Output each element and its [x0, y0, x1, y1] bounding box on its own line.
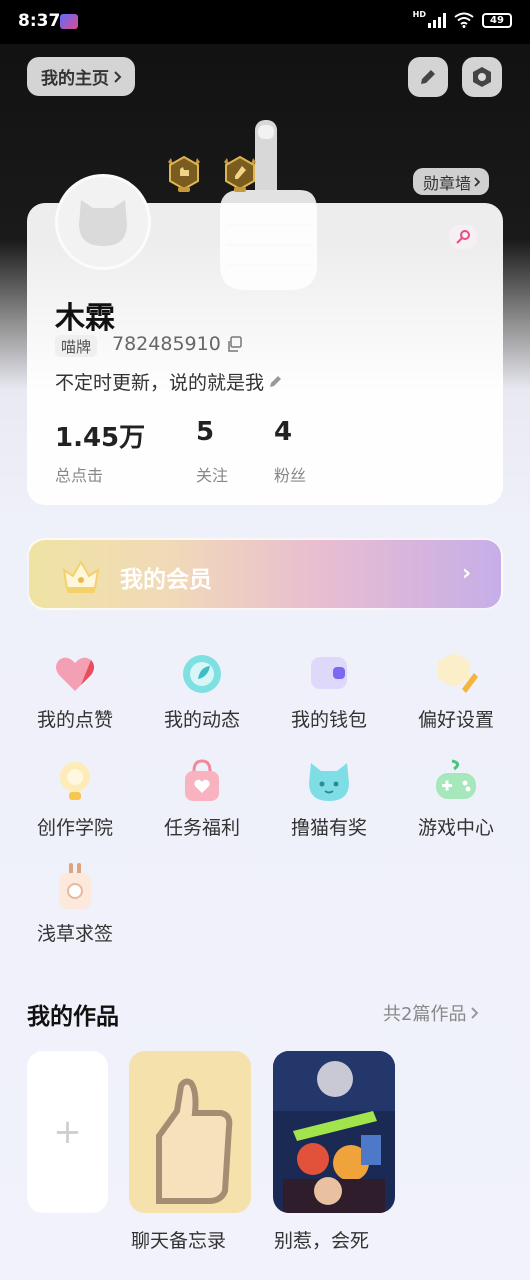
grid-item-creator-academy[interactable]: 创作学院	[20, 757, 130, 857]
edit-bio-icon[interactable]	[268, 374, 283, 389]
work-cover-image[interactable]	[129, 1051, 251, 1213]
gear-icon	[473, 67, 491, 87]
notification-app-icon	[60, 14, 78, 29]
works-count-link[interactable]: 共2篇作品	[383, 1000, 479, 1026]
grid-item-likes[interactable]: 我的点赞	[20, 649, 130, 749]
medal-badge-icon	[224, 155, 256, 192]
grid-item-label: 我的动态	[163, 709, 240, 731]
cat-icon	[309, 763, 349, 801]
grid-item-game-center[interactable]: 游戏中心	[401, 757, 511, 857]
my-homepage-label: 我的主页	[41, 69, 109, 89]
grid-item-moments[interactable]: 我的动态	[147, 649, 257, 749]
status-indicators: HD 49	[412, 9, 512, 28]
grid-item-task-rewards[interactable]: 任务福利	[147, 757, 257, 857]
copy-icon[interactable]	[227, 336, 243, 352]
nameplate-tag: 喵牌	[55, 335, 98, 357]
medal-badge-icon	[168, 155, 200, 192]
total-clicks-label: 总点击	[55, 466, 104, 485]
lightbulb-icon	[60, 762, 90, 800]
work-cover-image[interactable]	[273, 1051, 395, 1213]
works-section-title: 我的作品	[27, 1004, 119, 1030]
pin-icon[interactable]	[449, 225, 477, 249]
grid-item-fortune[interactable]: 浅草求签	[20, 863, 130, 963]
network-type-label: HD	[412, 9, 426, 19]
wallet-icon	[311, 657, 347, 689]
work-title[interactable]: 别惹，会死	[274, 1226, 369, 1253]
bio[interactable]: 不定时更新，说的就是我	[55, 368, 283, 395]
total-clicks-value: 1.45万	[55, 423, 146, 453]
gift-bag-icon	[185, 759, 219, 801]
cat-avatar-placeholder-icon	[79, 200, 127, 246]
chevron-right-icon	[114, 70, 122, 83]
grid-item-label: 我的点赞	[36, 709, 113, 731]
crown-icon	[62, 559, 100, 593]
grid-item-label: 偏好设置	[417, 709, 494, 731]
grid-item-label: 我的钱包	[290, 709, 367, 731]
pencil-icon	[421, 70, 435, 84]
followers-label[interactable]: 粉丝	[274, 462, 306, 486]
heart-icon	[56, 657, 94, 691]
badge-wall-label: 勋章墙	[423, 173, 472, 193]
grid-item-wallet[interactable]: 我的钱包	[274, 649, 384, 749]
user-id: 782485910	[112, 333, 243, 355]
grid-item-preferences[interactable]: 偏好设置	[401, 649, 511, 749]
following-label[interactable]: 关注	[196, 462, 228, 486]
preferences-icon	[438, 653, 478, 693]
chevron-right-icon: ›	[462, 561, 472, 586]
chevron-right-icon	[471, 1007, 479, 1019]
username: 木霖	[55, 301, 115, 336]
signal-icon	[428, 12, 446, 28]
gamepad-icon	[436, 759, 476, 799]
grid-item-label: 浅草求签	[36, 923, 113, 945]
works-count-label: 共2篇作品	[383, 1004, 467, 1025]
status-time: 8:37	[18, 11, 61, 31]
membership-label: 我的会员	[120, 567, 212, 593]
settings-button[interactable]	[462, 57, 502, 97]
edit-profile-button[interactable]	[408, 57, 448, 97]
badge-wall-button[interactable]: 勋章墙	[413, 168, 490, 195]
status-bar: 8:37 HD 49	[0, 0, 530, 44]
avatar[interactable]	[55, 174, 151, 270]
user-id-value: 782485910	[112, 333, 221, 355]
game-art-cover-image	[273, 1051, 395, 1213]
my-homepage-button[interactable]: 我的主页	[27, 57, 135, 96]
grid-item-pet-cat-reward[interactable]: 撸猫有奖	[274, 757, 384, 857]
grid-item-label: 任务福利	[163, 817, 240, 839]
plus-icon: +	[53, 1112, 82, 1152]
moments-icon	[183, 655, 221, 693]
grid-item-label: 撸猫有奖	[290, 817, 367, 839]
fortune-stick-icon	[59, 863, 91, 909]
add-work-button[interactable]: +	[27, 1051, 108, 1213]
bio-text: 不定时更新，说的就是我	[55, 372, 265, 394]
grid-item-label: 游戏中心	[417, 817, 494, 839]
wifi-icon	[454, 12, 474, 28]
chevron-right-icon	[474, 176, 481, 187]
battery-indicator: 49	[482, 12, 512, 28]
thumbs-up-cover-image	[129, 1051, 251, 1213]
following-count-value[interactable]: 5	[196, 417, 214, 447]
work-title[interactable]: 聊天备忘录	[131, 1226, 226, 1253]
grid-item-label: 创作学院	[36, 817, 113, 839]
followers-count-value[interactable]: 4	[274, 417, 292, 447]
